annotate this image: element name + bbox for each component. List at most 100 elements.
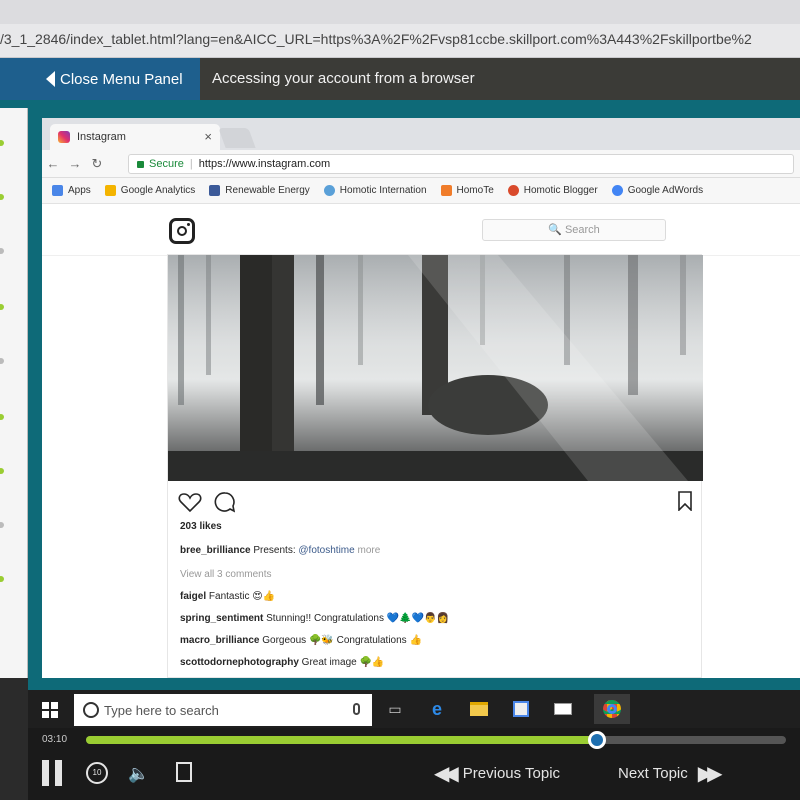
bookmark-item[interactable]: Homotic Blogger xyxy=(507,185,598,196)
menu-panel[interactable] xyxy=(0,108,28,678)
next-topic-button[interactable]: Next Topic ▶▶ xyxy=(618,761,727,786)
bookmark-label: Homotic Blogger xyxy=(523,185,598,196)
inner-address-bar[interactable]: Secure | https://www.instagram.com xyxy=(128,154,794,174)
header-divider xyxy=(0,100,800,108)
view-all-comments-link[interactable]: View all 3 comments xyxy=(180,569,272,580)
topic-title: Accessing your account from a browser xyxy=(212,70,475,87)
edge-icon[interactable]: e xyxy=(426,698,448,720)
instagram-tab[interactable]: Instagram × xyxy=(50,124,220,150)
bookmark-label: HomoTe xyxy=(456,185,494,196)
comment-user[interactable]: faigel xyxy=(180,591,206,602)
post-photo[interactable] xyxy=(168,255,703,481)
menu-status-dot xyxy=(0,194,4,200)
comment-user[interactable]: macro_brilliance xyxy=(180,635,259,646)
menu-status-dot xyxy=(0,522,4,528)
outer-tab-strip xyxy=(0,0,800,24)
instagram-logo-icon[interactable] xyxy=(169,218,195,244)
blogger-icon xyxy=(507,185,519,196)
bookmark-label: Google Analytics xyxy=(120,185,196,196)
close-menu-panel-button[interactable]: Close Menu Panel xyxy=(0,58,200,100)
comment-icon[interactable] xyxy=(214,491,236,513)
bookmark-item[interactable]: Google AdWords xyxy=(611,185,703,196)
bookmark-favicon-icon xyxy=(209,185,221,196)
apps-icon xyxy=(52,185,63,196)
comment-text: Fantastic 😍👍 xyxy=(208,591,276,602)
instagram-favicon-icon xyxy=(58,131,70,143)
cortana-icon xyxy=(83,702,99,718)
comment-text: Gorgeous 🌳🐝 Congratulations 👍 xyxy=(262,635,422,646)
new-tab-button[interactable] xyxy=(218,128,256,148)
bookmark-item[interactable]: Renewable Energy xyxy=(209,185,310,196)
outer-address-text[interactable]: /3_1_2846/index_tablet.html?lang=en&AICC… xyxy=(0,31,800,47)
bookmark-label: Renewable Energy xyxy=(225,185,310,196)
inner-url-text: https://www.instagram.com xyxy=(198,158,331,170)
replay-10-button[interactable]: 10 xyxy=(86,762,108,784)
menu-status-dot xyxy=(0,414,4,420)
likes-count[interactable]: 203 likes xyxy=(180,521,222,532)
comment-item: faigel Fantastic 😍👍 xyxy=(180,591,275,602)
pause-button[interactable] xyxy=(42,760,64,786)
pause-icon xyxy=(55,760,62,786)
tab-close-icon[interactable]: × xyxy=(204,129,212,144)
menu-status-dot xyxy=(0,576,4,582)
chevron-left-icon xyxy=(46,71,55,87)
double-chevron-left-icon: ◀◀ xyxy=(434,763,459,785)
secure-label: Secure xyxy=(149,158,184,170)
bookmark-item[interactable]: HomoTe xyxy=(440,185,494,196)
windows-start-icon[interactable] xyxy=(42,702,58,718)
bookmark-item[interactable]: Google Analytics xyxy=(104,185,196,196)
volume-button[interactable]: 🔈 xyxy=(128,764,149,784)
mail-icon[interactable] xyxy=(552,698,574,720)
caption-mention[interactable]: @fotoshtime xyxy=(298,545,354,556)
file-explorer-icon[interactable] xyxy=(468,698,490,720)
task-view-icon[interactable]: ▭ xyxy=(384,698,406,720)
comment-user[interactable]: spring_sentiment xyxy=(180,613,263,624)
inner-browser-window: Instagram × ← → ↻ Secure | https://www.i… xyxy=(40,118,800,678)
address-separator: | xyxy=(189,158,193,170)
caption-more-link[interactable]: more xyxy=(357,545,380,556)
inner-nav-bar: ← → ↻ Secure | https://www.instagram.com xyxy=(42,150,800,178)
caption-user[interactable]: bree_brilliance xyxy=(180,545,251,556)
reload-icon[interactable]: ↻ xyxy=(86,156,108,172)
replay-10-icon: 10 xyxy=(92,768,102,777)
double-chevron-right-icon: ▶▶ xyxy=(697,763,723,785)
bookmark-label: Homotic Internation xyxy=(339,185,427,196)
bookmark-icon[interactable] xyxy=(677,491,693,511)
progress-bar[interactable] xyxy=(86,731,786,749)
comment-text: Stunning!! Congratulations 💙🌲💙👨👩 xyxy=(266,613,450,624)
menu-status-dot xyxy=(0,304,4,310)
lock-icon xyxy=(137,160,144,168)
previous-topic-button[interactable]: ◀◀ Previous Topic xyxy=(424,761,560,786)
comment-item: spring_sentiment Stunning!! Congratulati… xyxy=(180,613,449,624)
bookmarks-bar: Apps Google Analytics Renewable Energy H… xyxy=(42,178,800,204)
comment-item: scottodornephotography Great image 🌳👍 xyxy=(180,657,384,668)
transcript-button[interactable] xyxy=(176,762,192,782)
back-icon[interactable]: ← xyxy=(42,156,64,171)
caption-text: Presents: xyxy=(253,545,299,556)
instagram-header: 🔍 Search xyxy=(42,204,800,256)
bookmark-item[interactable]: Homotic Internation xyxy=(323,185,427,196)
bookmark-item[interactable]: Apps xyxy=(52,185,91,196)
store-icon[interactable] xyxy=(510,698,532,720)
chrome-icon[interactable] xyxy=(594,694,630,724)
speaker-icon: 🔈 xyxy=(128,764,150,783)
progress-scrubber-handle[interactable] xyxy=(588,731,606,749)
progress-fill xyxy=(86,736,597,744)
instagram-post: 203 likes bree_brilliance Presents: @fot… xyxy=(167,254,703,678)
post-caption: bree_brilliance Presents: @fotoshtime mo… xyxy=(180,545,380,556)
menu-status-dot xyxy=(0,140,4,146)
menu-status-dot xyxy=(0,358,4,364)
heart-icon[interactable] xyxy=(178,491,202,513)
tab-title: Instagram xyxy=(77,131,126,143)
forward-icon[interactable]: → xyxy=(64,156,86,171)
comment-user[interactable]: scottodornephotography xyxy=(180,657,299,668)
bookmark-label: Apps xyxy=(68,185,91,196)
close-menu-panel-label: Close Menu Panel xyxy=(60,70,183,88)
bookmark-favicon-icon xyxy=(323,185,335,196)
taskbar-search-box[interactable]: Type here to search xyxy=(74,694,372,726)
microphone-icon[interactable] xyxy=(353,703,360,715)
outer-address-bar[interactable]: /3_1_2846/index_tablet.html?lang=en&AICC… xyxy=(0,0,800,58)
course-header: Close Menu Panel Accessing your account … xyxy=(0,58,800,100)
player-controls: 03:10 10 🔈 ◀◀ Previous Topic Next Topic … xyxy=(28,728,800,800)
instagram-search-input[interactable]: 🔍 Search xyxy=(482,219,666,241)
